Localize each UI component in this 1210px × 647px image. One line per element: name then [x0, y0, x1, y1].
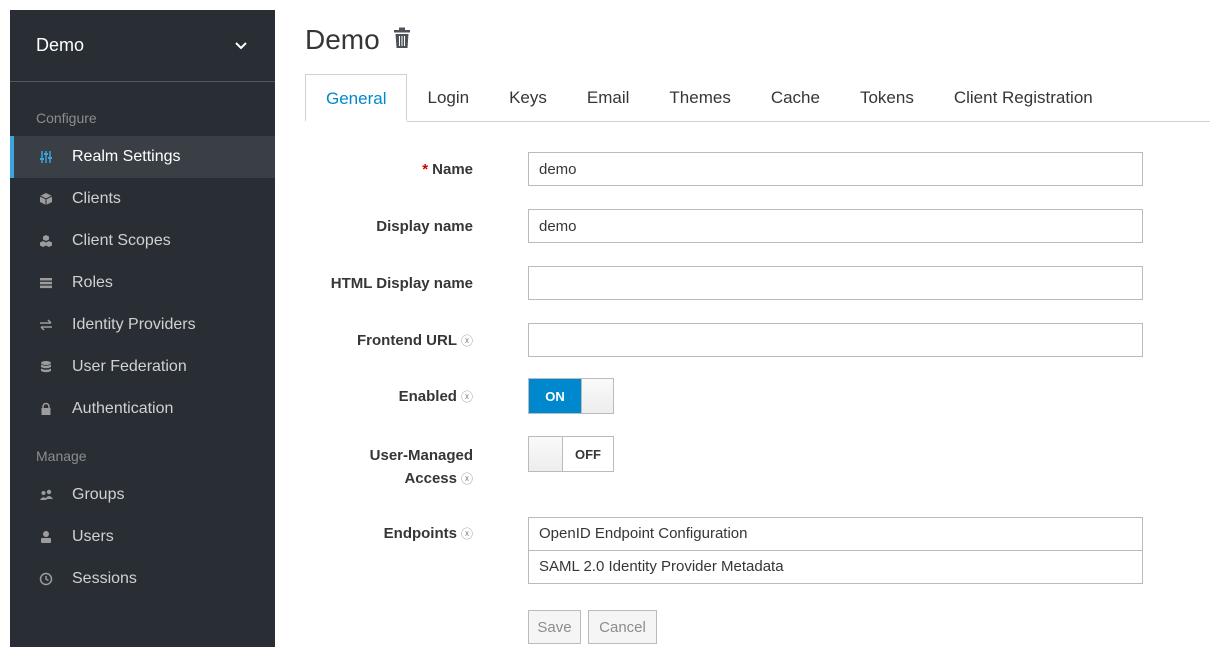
user-managed-access-row: User-Managed Access ⓧ OFF: [275, 436, 1210, 491]
name-label-text: Name: [432, 161, 473, 178]
sidebar-item-label: Sessions: [72, 570, 137, 587]
endpoints-label-text: Endpoints: [383, 525, 457, 542]
tab-login[interactable]: Login: [407, 74, 489, 122]
sidebar: Demo Configure Realm Settings Clients Cl…: [10, 10, 275, 647]
sidebar-item-label: Authentication: [72, 400, 174, 417]
frontend-url-row: Frontend URL ⓧ: [275, 323, 1210, 357]
name-input[interactable]: [528, 152, 1143, 186]
clock-icon: [36, 569, 56, 589]
list-icon: [36, 273, 56, 293]
sidebar-item-roles[interactable]: Roles: [10, 262, 275, 304]
help-circle-icon[interactable]: ⓧ: [461, 390, 473, 404]
name-label: * Name: [275, 152, 473, 178]
sidebar-item-label: Realm Settings: [72, 148, 181, 165]
configure-section-label: Configure: [36, 110, 97, 126]
frontend-url-label-text: Frontend URL: [357, 332, 457, 349]
sidebar-item-authentication[interactable]: Authentication: [10, 388, 275, 430]
database-icon: [36, 357, 56, 377]
required-mark: *: [422, 161, 429, 178]
tab-tokens[interactable]: Tokens: [840, 74, 934, 122]
saml-metadata-link[interactable]: SAML 2.0 Identity Provider Metadata: [528, 550, 1143, 584]
sidebar-item-identity-providers[interactable]: Identity Providers: [10, 304, 275, 346]
enabled-toggle-state: ON: [529, 379, 581, 413]
sliders-icon: [36, 147, 56, 167]
sidebar-item-users[interactable]: Users: [10, 516, 275, 558]
chevron-down-icon: [235, 37, 247, 55]
toggle-knob: [581, 379, 613, 413]
trash-icon[interactable]: [392, 27, 412, 54]
realm-name: Demo: [36, 35, 85, 55]
save-button[interactable]: Save: [528, 610, 581, 644]
sidebar-item-label: Clients: [72, 190, 121, 207]
lock-icon: [36, 399, 56, 419]
enabled-label-text: Enabled: [398, 388, 457, 405]
html-display-name-row: HTML Display name: [275, 266, 1210, 300]
sidebar-item-label: Identity Providers: [72, 316, 196, 333]
sidebar-item-client-scopes[interactable]: Client Scopes: [10, 220, 275, 262]
tab-keys[interactable]: Keys: [489, 74, 567, 122]
sidebar-item-label: User Federation: [72, 358, 187, 375]
tab-themes[interactable]: Themes: [649, 74, 750, 122]
tab-client-registration[interactable]: Client Registration: [934, 74, 1113, 122]
users-icon: [36, 485, 56, 505]
user-icon: [36, 527, 56, 547]
sidebar-item-groups[interactable]: Groups: [10, 474, 275, 516]
sidebar-item-label: Roles: [72, 274, 113, 291]
user-managed-access-toggle-state: OFF: [575, 446, 601, 462]
help-circle-icon[interactable]: ⓧ: [461, 527, 473, 541]
sidebar-item-sessions[interactable]: Sessions: [10, 558, 275, 600]
page-header: Demo: [305, 24, 412, 56]
tab-email[interactable]: Email: [567, 74, 650, 122]
cancel-button[interactable]: Cancel: [588, 610, 657, 644]
sidebar-item-label: Client Scopes: [72, 232, 171, 249]
page-title: Demo: [305, 24, 380, 55]
cubes-icon: [36, 231, 56, 251]
endpoints-row: Endpoints ⓧ OpenID Endpoint Configuration…: [275, 517, 1210, 584]
enabled-label: Enabled ⓧ: [275, 378, 473, 405]
frontend-url-input[interactable]: [528, 323, 1143, 357]
user-managed-access-label-line2: Access: [404, 470, 457, 487]
sidebar-item-realm-settings[interactable]: Realm Settings: [10, 136, 275, 178]
help-circle-icon[interactable]: ⓧ: [461, 334, 473, 348]
openid-endpoint-link[interactable]: OpenID Endpoint Configuration: [528, 517, 1143, 551]
enabled-toggle[interactable]: ON: [528, 378, 614, 414]
user-managed-access-label: User-Managed Access ⓧ: [275, 436, 473, 491]
sidebar-item-label: Groups: [72, 486, 125, 503]
realm-selector[interactable]: Demo: [10, 10, 275, 82]
enabled-row: Enabled ⓧ ON: [275, 378, 1210, 414]
exchange-icon: [36, 315, 56, 335]
html-display-name-label: HTML Display name: [330, 275, 473, 292]
settings-tabs: General Login Keys Email Themes Cache To…: [305, 74, 1210, 122]
display-name-label: Display name: [376, 218, 473, 235]
manage-section-label: Manage: [36, 448, 87, 464]
endpoints-label: Endpoints ⓧ: [275, 517, 473, 542]
tab-cache[interactable]: Cache: [751, 74, 840, 122]
display-name-input[interactable]: [528, 209, 1143, 243]
help-circle-icon[interactable]: ⓧ: [461, 472, 473, 486]
sidebar-item-user-federation[interactable]: User Federation: [10, 346, 275, 388]
display-name-row: Display name: [275, 209, 1210, 243]
toggle-knob: [529, 437, 563, 471]
user-managed-access-toggle[interactable]: OFF: [528, 436, 614, 472]
tab-general[interactable]: General: [305, 74, 408, 122]
main-content: Demo General Login Keys Email Themes Cac…: [275, 0, 1210, 647]
user-managed-access-label-line1: User-Managed: [369, 447, 473, 464]
html-display-name-input[interactable]: [528, 266, 1143, 300]
frontend-url-label: Frontend URL ⓧ: [275, 323, 473, 349]
name-row: * Name: [275, 152, 1210, 186]
cube-icon: [36, 189, 56, 209]
sidebar-item-clients[interactable]: Clients: [10, 178, 275, 220]
sidebar-item-label: Users: [72, 528, 114, 545]
